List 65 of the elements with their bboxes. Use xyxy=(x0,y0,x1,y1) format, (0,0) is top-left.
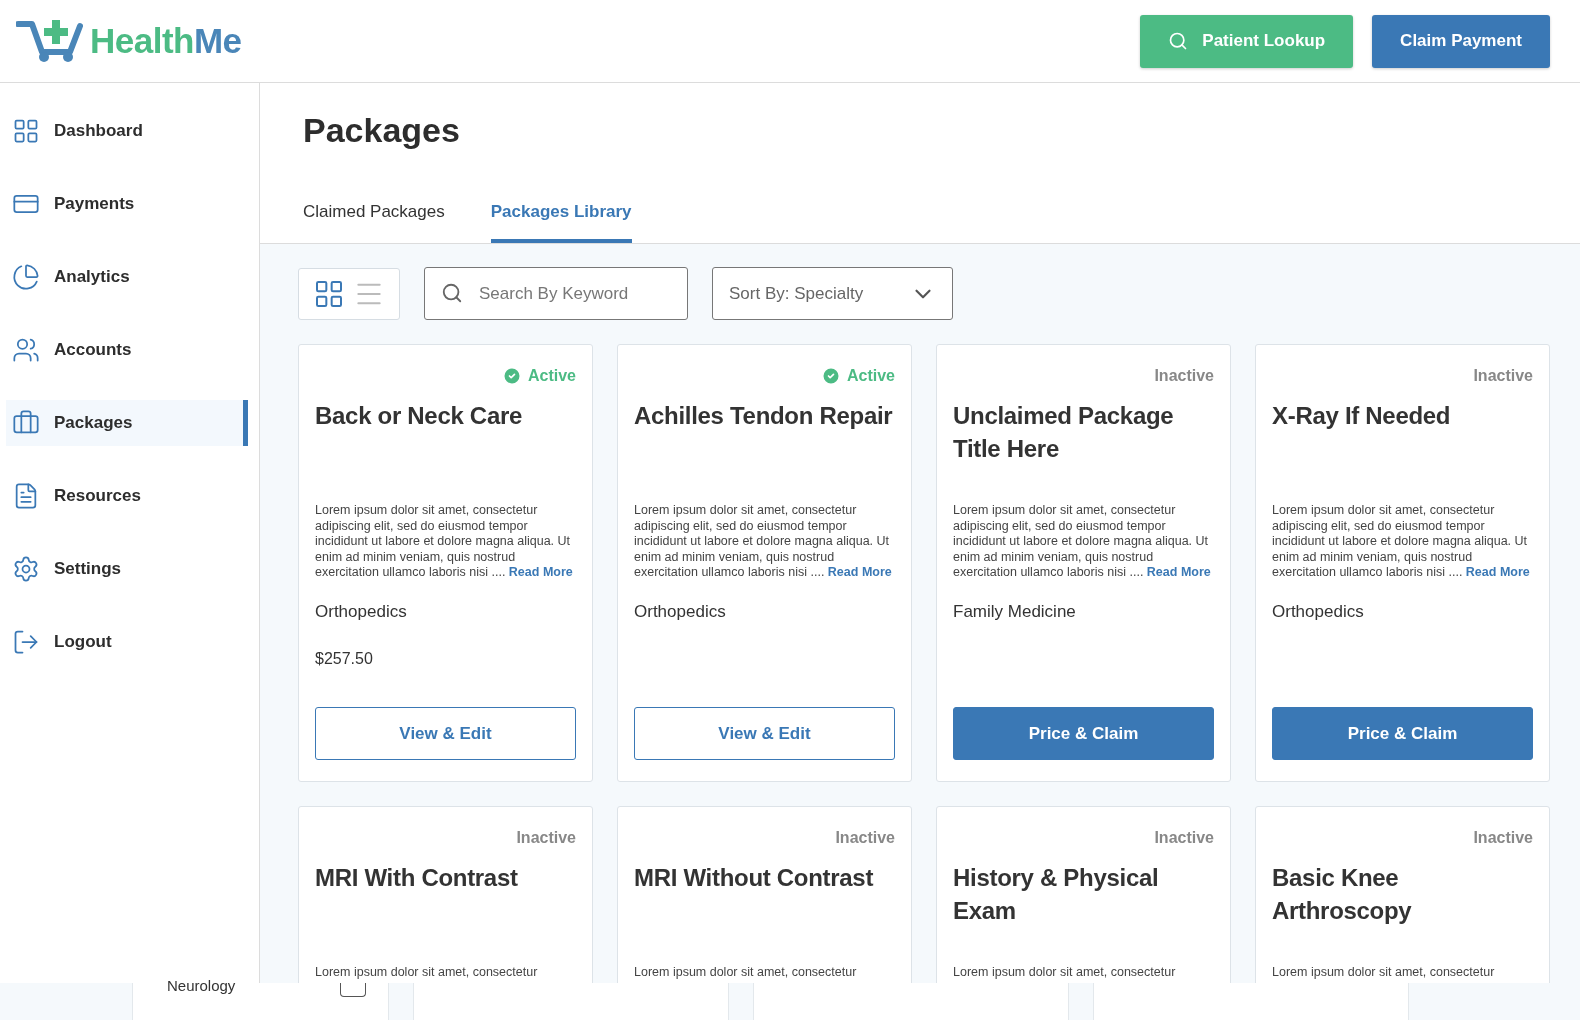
people-icon xyxy=(12,336,40,364)
status-label: Inactive xyxy=(835,828,895,848)
rounded-outline-icon xyxy=(340,983,366,997)
package-description: Lorem ipsum dolor sit amet, consectetur adipiscing elit, sed do eiusmod tempor incididunt ut labore et dolore magna aliqua. Ut enim ad minim veniam, quis nostrud exercitation ullamco laboris nisi .... Read More xyxy=(1272,503,1531,581)
package-title: MRI With Contrast xyxy=(315,863,519,893)
package-title: Achilles Tendon Repair xyxy=(634,401,894,431)
package-title: Unclaimed Package Title Here xyxy=(953,401,1175,464)
pie-chart-icon xyxy=(12,263,40,291)
patient-lookup-button[interactable]: Patient Lookup xyxy=(1140,14,1354,68)
package-title: Basic Knee Arthroscopy xyxy=(1272,863,1413,926)
sidebar-item[interactable]: Payments xyxy=(6,181,248,227)
status-label: Inactive xyxy=(1473,366,1533,386)
grid-icon xyxy=(12,117,40,145)
read-more-link[interactable]: Read More xyxy=(827,565,892,579)
status-label: Active xyxy=(820,365,895,387)
package-description: Lorem ipsum dolor sit amet, consectetur adipiscing elit, sed do eiusmod tempor incididunt ut labore et dolore magna aliqua. Ut enim ad minim veniam, quis nostrud exercitation ullamco laboris nisi .... Read More xyxy=(315,503,574,581)
cart-plus-logo xyxy=(16,18,84,64)
read-more-link[interactable]: Read More xyxy=(1465,565,1530,579)
package-description: Lorem ipsum dolor sit amet, consectetur xyxy=(315,965,539,981)
logout-icon xyxy=(12,628,40,656)
sidebar-item[interactable]: Packages xyxy=(6,400,248,446)
view-toggle[interactable] xyxy=(298,267,400,320)
status-label: Inactive xyxy=(1154,828,1214,848)
sidebar-item[interactable]: Resources xyxy=(6,473,248,519)
price-claim-button[interactable]: Price & Claim xyxy=(953,707,1214,760)
claim-payment-button[interactable]: Claim Payment xyxy=(1372,14,1550,68)
package-description: Lorem ipsum dolor sit amet, consectetur adipiscing elit, sed do eiusmod tempor incididunt ut labore et dolore magna aliqua. Ut enim ad minim veniam, quis nostrud exercitation ullamco laboris nisi .... Read More xyxy=(953,503,1212,581)
sort-dropdown[interactable]: Sort By: Specialty xyxy=(712,267,953,320)
logo-wordmark: HealthMe xyxy=(90,21,242,61)
view-edit-button[interactable]: View & Edit xyxy=(634,707,895,760)
page-title: Packages xyxy=(303,111,461,150)
sidebar-item[interactable]: Accounts xyxy=(6,327,248,373)
status-label: Inactive xyxy=(1154,366,1214,386)
read-more-link[interactable]: Read More xyxy=(508,565,573,579)
package-title: Back or Neck Care xyxy=(315,401,524,431)
view-edit-button[interactable]: View & Edit xyxy=(315,707,576,760)
sidebar-item[interactable]: Logout xyxy=(6,619,248,665)
package-description: Lorem ipsum dolor sit amet, consectetur xyxy=(1272,965,1496,981)
package-description: Lorem ipsum dolor sit amet, consectetur adipiscing elit, sed do eiusmod tempor incididunt ut labore et dolore magna aliqua. Ut enim ad minim veniam, quis nostrud exercitation ullamco laboris nisi .... Read More xyxy=(634,503,893,581)
search-icon xyxy=(441,282,463,304)
tab[interactable]: Claimed Packages xyxy=(303,202,445,243)
status-label: Inactive xyxy=(516,828,576,848)
status-label: Inactive xyxy=(1473,828,1533,848)
read-more-link[interactable]: Read More xyxy=(1146,565,1211,579)
specialty-label: Orthopedics xyxy=(315,601,408,622)
package-title: X-Ray If Needed xyxy=(1272,401,1452,431)
specialty-label: Neurology xyxy=(167,977,236,994)
package-title: MRI Without Contrast xyxy=(634,863,875,893)
settings-icon xyxy=(12,555,40,583)
check-circle-icon xyxy=(501,366,522,386)
price-claim-button[interactable]: Price & Claim xyxy=(1272,707,1533,760)
status-label: Active xyxy=(501,365,576,387)
specialty-label: Family Medicine xyxy=(953,601,1077,622)
sidebar-item[interactable]: Settings xyxy=(6,546,248,592)
specialty-label: Orthopedics xyxy=(634,601,727,622)
search-field[interactable]: Search By Keyword xyxy=(424,267,688,320)
specialty-label: Orthopedics xyxy=(1272,601,1365,622)
sidebar-item[interactable]: Dashboard xyxy=(6,108,248,154)
package-description: Lorem ipsum dolor sit amet, consectetur xyxy=(634,965,858,981)
package-title: History & Physical Exam xyxy=(953,863,1160,926)
search-icon xyxy=(1168,31,1189,51)
check-circle-icon xyxy=(820,366,841,386)
package-description: Lorem ipsum dolor sit amet, consectetur xyxy=(953,965,1177,981)
sidebar-item[interactable]: Analytics xyxy=(6,254,248,300)
price-label: $257.50 xyxy=(315,649,374,668)
